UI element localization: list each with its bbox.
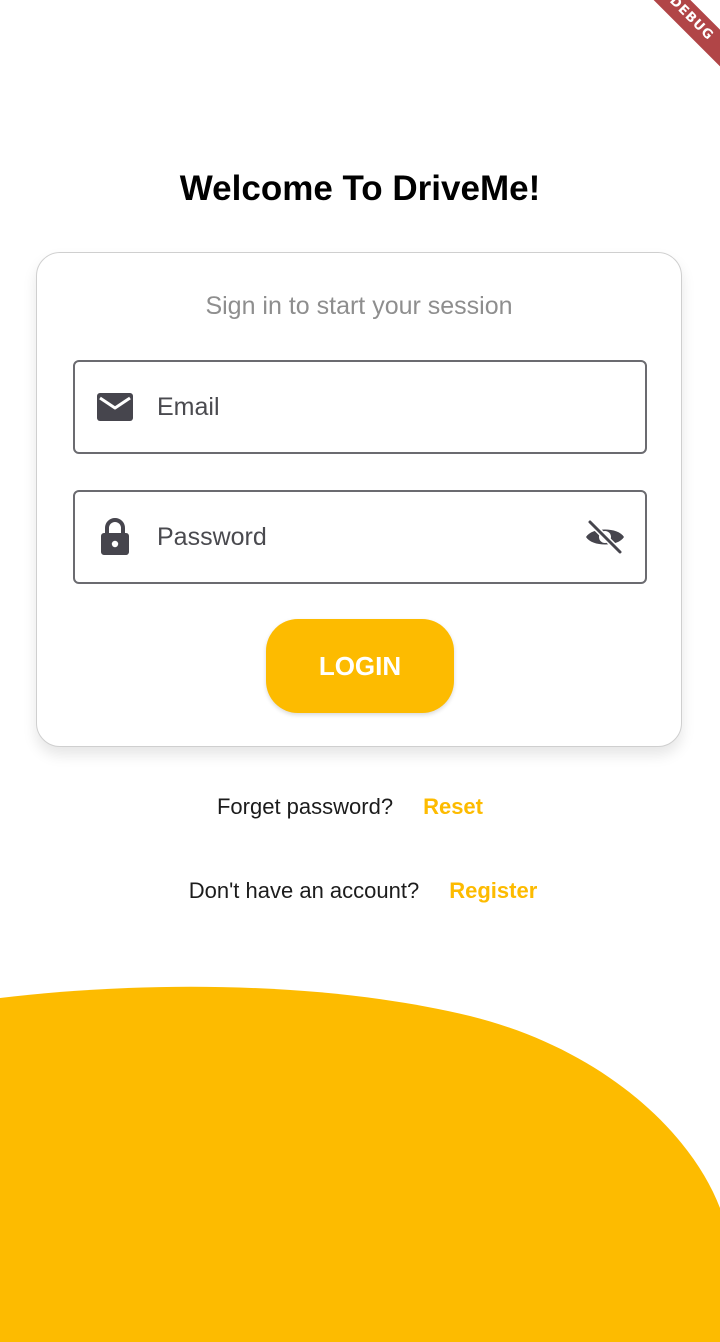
- email-input[interactable]: [157, 387, 645, 427]
- register-row: Don't have an account? Register: [0, 878, 720, 904]
- page-title: Welcome To DriveMe!: [179, 169, 541, 208]
- email-field[interactable]: [73, 360, 647, 454]
- debug-banner: DEBUG: [610, 0, 720, 110]
- forget-password-row: Forget password? Reset: [0, 794, 720, 820]
- login-card: Sign in to start your session Email LOGI…: [36, 252, 682, 747]
- lock-icon: [95, 517, 135, 557]
- mail-icon: [95, 387, 135, 427]
- forget-password-label: Forget password?: [216, 794, 394, 819]
- no-account-label: Don't have an account?: [188, 878, 420, 903]
- password-field[interactable]: [73, 490, 647, 584]
- register-link[interactable]: Register: [449, 878, 537, 904]
- debug-banner-label: DEBUG: [628, 0, 720, 82]
- card-subtitle: Sign in to start your session: [205, 292, 513, 320]
- login-button[interactable]: LOGIN: [266, 619, 454, 713]
- visibility-off-icon[interactable]: [583, 515, 627, 559]
- reset-link[interactable]: Reset: [423, 794, 483, 820]
- password-input[interactable]: [157, 517, 583, 557]
